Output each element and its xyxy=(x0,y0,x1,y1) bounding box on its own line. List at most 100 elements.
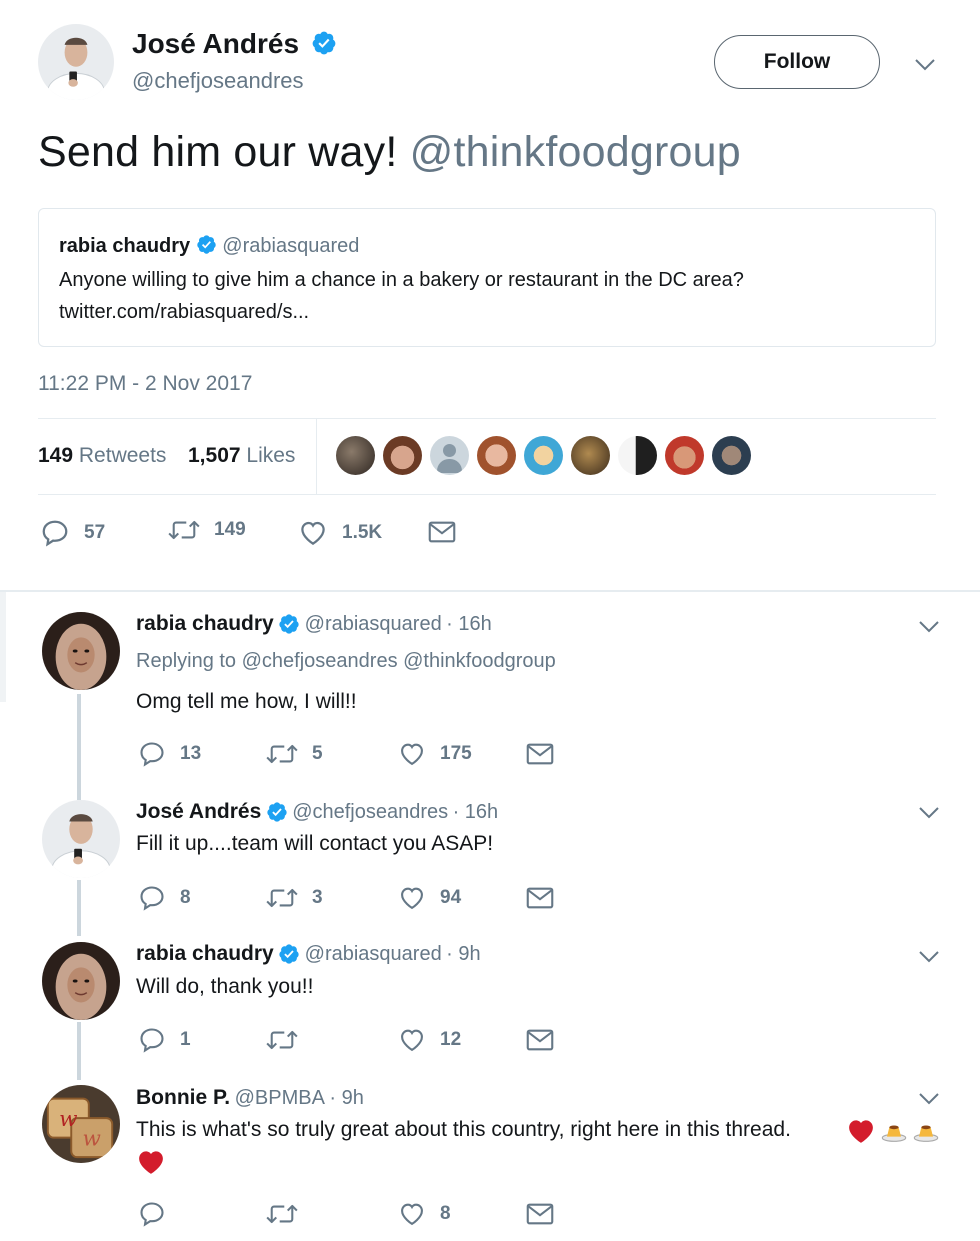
direct-message-action[interactable] xyxy=(526,886,568,910)
like-action[interactable]: 8 xyxy=(398,1200,451,1228)
author-name[interactable]: José Andrés xyxy=(132,28,299,59)
direct-message-action[interactable] xyxy=(526,742,568,766)
liker-avatar[interactable] xyxy=(524,436,563,475)
reply-icon xyxy=(138,740,166,768)
chevron-down-icon[interactable] xyxy=(918,950,940,964)
retweets-label: Retweets xyxy=(78,444,167,467)
liker-avatar[interactable] xyxy=(571,436,610,475)
liker-avatar[interactable] xyxy=(430,436,469,475)
retweet-count: 5 xyxy=(312,743,323,764)
reply-avatar[interactable] xyxy=(42,1085,120,1163)
reply-action[interactable]: 1 xyxy=(138,1026,191,1054)
like-count: 8 xyxy=(440,1203,451,1224)
thread-line xyxy=(77,1022,81,1080)
tweet-timestamp[interactable]: 11:22 PM - 2 Nov 2017 xyxy=(38,372,252,396)
direct-message-action[interactable] xyxy=(526,1028,568,1052)
reply-avatar[interactable] xyxy=(42,800,120,878)
divider xyxy=(38,418,936,419)
liker-avatar[interactable] xyxy=(665,436,704,475)
reply-icon xyxy=(138,884,166,912)
retweet-icon xyxy=(266,886,298,910)
reply-time[interactable]: · 9h xyxy=(446,943,480,965)
mail-icon xyxy=(526,742,554,766)
like-action[interactable]: 1.5K xyxy=(298,518,382,548)
retweet-icon xyxy=(266,1202,298,1226)
reply-action[interactable]: 57 xyxy=(40,518,105,548)
thread-line xyxy=(77,694,81,800)
reply-icon xyxy=(138,1026,166,1054)
replying-to-handles[interactable]: @chefjoseandres @thinkfoodgroup xyxy=(242,650,556,672)
reply-time[interactable]: · 9h xyxy=(329,1087,363,1109)
liker-avatars xyxy=(336,436,751,475)
reply-author-name[interactable]: Bonnie P. xyxy=(136,1086,230,1109)
retweet-count: 3 xyxy=(312,887,323,908)
reply-author-handle[interactable]: @BPMBA xyxy=(235,1087,325,1109)
author-handle[interactable]: @chefjoseandres xyxy=(132,68,304,94)
quote-author-handle[interactable]: @rabiasquared xyxy=(222,235,359,257)
like-count: 1.5K xyxy=(342,522,383,543)
reply-count: 57 xyxy=(84,522,106,543)
reply-author-handle[interactable]: @rabiasquared xyxy=(305,943,442,965)
reply-author-handle[interactable]: @chefjoseandres xyxy=(292,801,448,823)
reply-author-name[interactable]: rabia chaudry xyxy=(136,612,274,635)
retweet-action[interactable]: 3 xyxy=(266,886,323,910)
reply-author-name[interactable]: rabia chaudry xyxy=(136,942,274,965)
like-action[interactable]: 12 xyxy=(398,1026,461,1054)
like-action[interactable]: 94 xyxy=(398,884,461,912)
retweet-action[interactable]: 5 xyxy=(266,742,323,766)
liker-avatar[interactable] xyxy=(477,436,516,475)
reply-author-name[interactable]: José Andrés xyxy=(136,800,261,823)
liker-avatar[interactable] xyxy=(336,436,375,475)
follow-button[interactable]: Follow xyxy=(714,35,880,89)
retweet-action[interactable] xyxy=(266,1202,312,1226)
reply-time[interactable]: · 16h xyxy=(446,613,492,635)
reply-text: This is what's so truly great about this… xyxy=(136,1118,791,1141)
heart-icon xyxy=(398,884,426,912)
quote-author-name[interactable]: rabia chaudry xyxy=(59,235,190,257)
reply-count: 1 xyxy=(180,1029,191,1050)
reply-action[interactable] xyxy=(138,1200,180,1228)
likes-stat[interactable]: 1,507 Likes xyxy=(188,444,295,468)
author-avatar[interactable] xyxy=(38,24,114,100)
liker-avatar[interactable] xyxy=(712,436,751,475)
chevron-down-icon[interactable] xyxy=(918,806,940,820)
author-name-row[interactable]: José Andrés xyxy=(132,28,337,60)
reply-count: 13 xyxy=(180,743,202,764)
flan-emoji-icon xyxy=(912,1118,940,1146)
direct-message-action[interactable] xyxy=(526,1202,568,1226)
quote-link[interactable]: twitter.com/rabiasquared/s... xyxy=(59,301,309,324)
section-divider xyxy=(0,590,980,592)
reply-time[interactable]: · 16h xyxy=(453,801,499,823)
tweet-mention-link[interactable]: @thinkfoodgroup xyxy=(410,128,741,176)
left-edge-shade xyxy=(0,592,6,702)
reply-action[interactable]: 8 xyxy=(138,884,191,912)
quoted-tweet-card[interactable]: rabia chaudry @rabiasquared Anyone willi… xyxy=(38,208,936,347)
retweet-icon xyxy=(266,1028,298,1052)
chevron-down-icon[interactable] xyxy=(914,58,936,72)
reply-action[interactable]: 13 xyxy=(138,740,201,768)
heart-icon xyxy=(398,1026,426,1054)
tweet-text-plain: Send him our way! xyxy=(38,128,410,176)
direct-message-action[interactable] xyxy=(428,520,470,544)
retweet-count: 149 xyxy=(214,519,246,540)
verified-badge-icon xyxy=(196,234,217,255)
liker-avatar[interactable] xyxy=(618,436,657,475)
chevron-down-icon[interactable] xyxy=(918,1092,940,1106)
liker-avatar[interactable] xyxy=(383,436,422,475)
reply-author-handle[interactable]: @rabiasquared xyxy=(305,613,442,635)
mail-icon xyxy=(526,1028,554,1052)
retweet-icon xyxy=(168,518,200,542)
like-action[interactable]: 175 xyxy=(398,740,472,768)
stats-separator xyxy=(316,418,317,494)
like-count: 175 xyxy=(440,743,472,764)
like-count: 94 xyxy=(440,887,462,908)
reply-header: rabia chaudry @rabiasquared · 16h xyxy=(136,612,492,636)
retweets-stat[interactable]: 149 Retweets xyxy=(38,444,166,468)
replying-to: Replying to @chefjoseandres @thinkfoodgr… xyxy=(136,650,556,673)
retweet-action[interactable] xyxy=(266,1028,312,1052)
retweet-action[interactable]: 149 xyxy=(168,518,246,542)
thread-line xyxy=(77,880,81,936)
reply-avatar[interactable] xyxy=(42,612,120,690)
chevron-down-icon[interactable] xyxy=(918,620,940,634)
reply-avatar[interactable] xyxy=(42,942,120,1020)
